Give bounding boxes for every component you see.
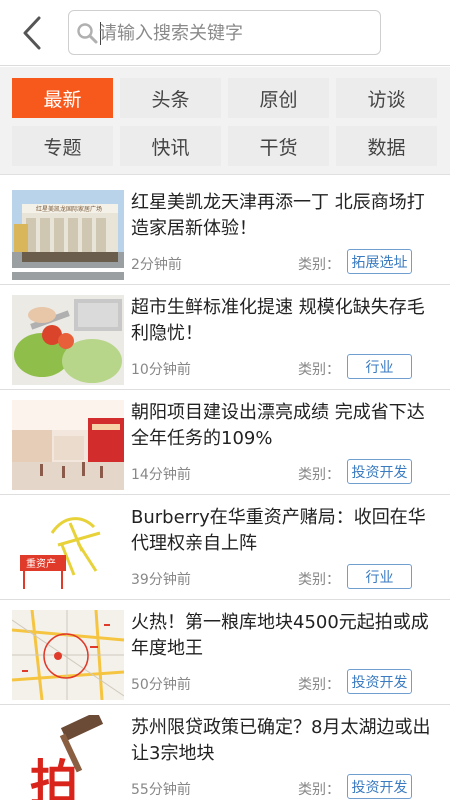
category-label: 类别：	[298, 257, 340, 273]
news-time: 39分钟前	[131, 572, 191, 588]
search-box[interactable]	[68, 10, 381, 55]
category-label: 类别：	[298, 677, 340, 693]
news-time: 55分钟前	[131, 782, 191, 798]
news-thumbnail-atrium	[12, 400, 124, 490]
search-icon	[77, 23, 98, 44]
news-time: 14分钟前	[131, 467, 191, 483]
thumbnail-stamp: 重资产	[26, 557, 56, 570]
tab-insights[interactable]: 干货	[228, 126, 329, 166]
category-tag[interactable]: 投资开发	[347, 669, 412, 694]
thumbnail-mall-sign: 红星美凯龙国际家居广场	[36, 205, 102, 213]
news-title[interactable]: 红星美凯龙天津再添一丁 北辰商场打造家居新体验！	[131, 190, 437, 242]
news-title[interactable]: Burberry在华重资产赌局：收回在华代理权亲自上阵	[131, 505, 437, 557]
news-thumbnail-produce	[12, 295, 124, 385]
search-input[interactable]	[99, 17, 371, 49]
category-tabs: 最新 头条 原创 访谈 专题 快讯 干货 数据	[0, 67, 450, 175]
tab-data[interactable]: 数据	[336, 126, 437, 166]
category-tag[interactable]: 行业	[347, 564, 412, 589]
news-thumbnail-auction: 拍	[12, 715, 124, 800]
category-tag[interactable]: 行业	[347, 354, 412, 379]
news-time: 10分钟前	[131, 362, 191, 378]
news-time: 50分钟前	[131, 677, 191, 693]
category-label: 类别：	[298, 782, 340, 798]
back-button[interactable]	[14, 12, 50, 54]
news-title[interactable]: 超市生鲜标准化提速 规模化缺失存毛利隐忧！	[131, 295, 437, 347]
news-time: 2分钟前	[131, 257, 182, 273]
news-thumbnail-mall: 红星美凯龙国际家居广场	[12, 190, 124, 280]
tab-special[interactable]: 专题	[12, 126, 113, 166]
tab-flash[interactable]: 快讯	[120, 126, 221, 166]
category-label: 类别：	[298, 362, 340, 378]
category-tag[interactable]: 投资开发	[347, 459, 412, 484]
tab-interview[interactable]: 访谈	[336, 78, 437, 118]
list-item[interactable]: 拍 苏州限贷政策已确定？8月太湖边或出让3宗地块 55分钟前 类别： 投资开发	[0, 705, 450, 800]
tab-headlines[interactable]: 头条	[120, 78, 221, 118]
chevron-left-icon	[23, 16, 41, 50]
category-tag[interactable]: 投资开发	[347, 774, 412, 799]
news-thumbnail-map	[12, 610, 124, 700]
category-tag[interactable]: 拓展选址	[347, 249, 412, 274]
tab-original[interactable]: 原创	[228, 78, 329, 118]
list-item[interactable]: 朝阳项目建设出漂亮成绩 完成省下达全年任务的109% 14分钟前 类别： 投资开…	[0, 390, 450, 495]
list-item[interactable]: 红星美凯龙国际家居广场 红星美凯龙天津再添一丁 北辰商场打造家居新体验！ 2分钟…	[0, 180, 450, 285]
news-title[interactable]: 苏州限贷政策已确定？8月太湖边或出让3宗地块	[131, 715, 437, 767]
list-item[interactable]: 火热！第一粮库地块4500元起拍或成年度地王 50分钟前 类别： 投资开发	[0, 600, 450, 705]
list-item[interactable]: 重资产 Burberry在华重资产赌局：收回在华代理权亲自上阵 39分钟前 类别…	[0, 495, 450, 600]
thumbnail-auction-glyph: 拍	[30, 755, 78, 800]
category-label: 类别：	[298, 572, 340, 588]
news-thumbnail-burberry: 重资产	[12, 505, 124, 595]
category-label: 类别：	[298, 467, 340, 483]
tab-latest[interactable]: 最新	[12, 78, 113, 118]
news-title[interactable]: 朝阳项目建设出漂亮成绩 完成省下达全年任务的109%	[131, 400, 437, 452]
news-title[interactable]: 火热！第一粮库地块4500元起拍或成年度地王	[131, 610, 437, 662]
list-item[interactable]: 超市生鲜标准化提速 规模化缺失存毛利隐忧！ 10分钟前 类别： 行业	[0, 285, 450, 390]
top-bar	[0, 0, 450, 66]
